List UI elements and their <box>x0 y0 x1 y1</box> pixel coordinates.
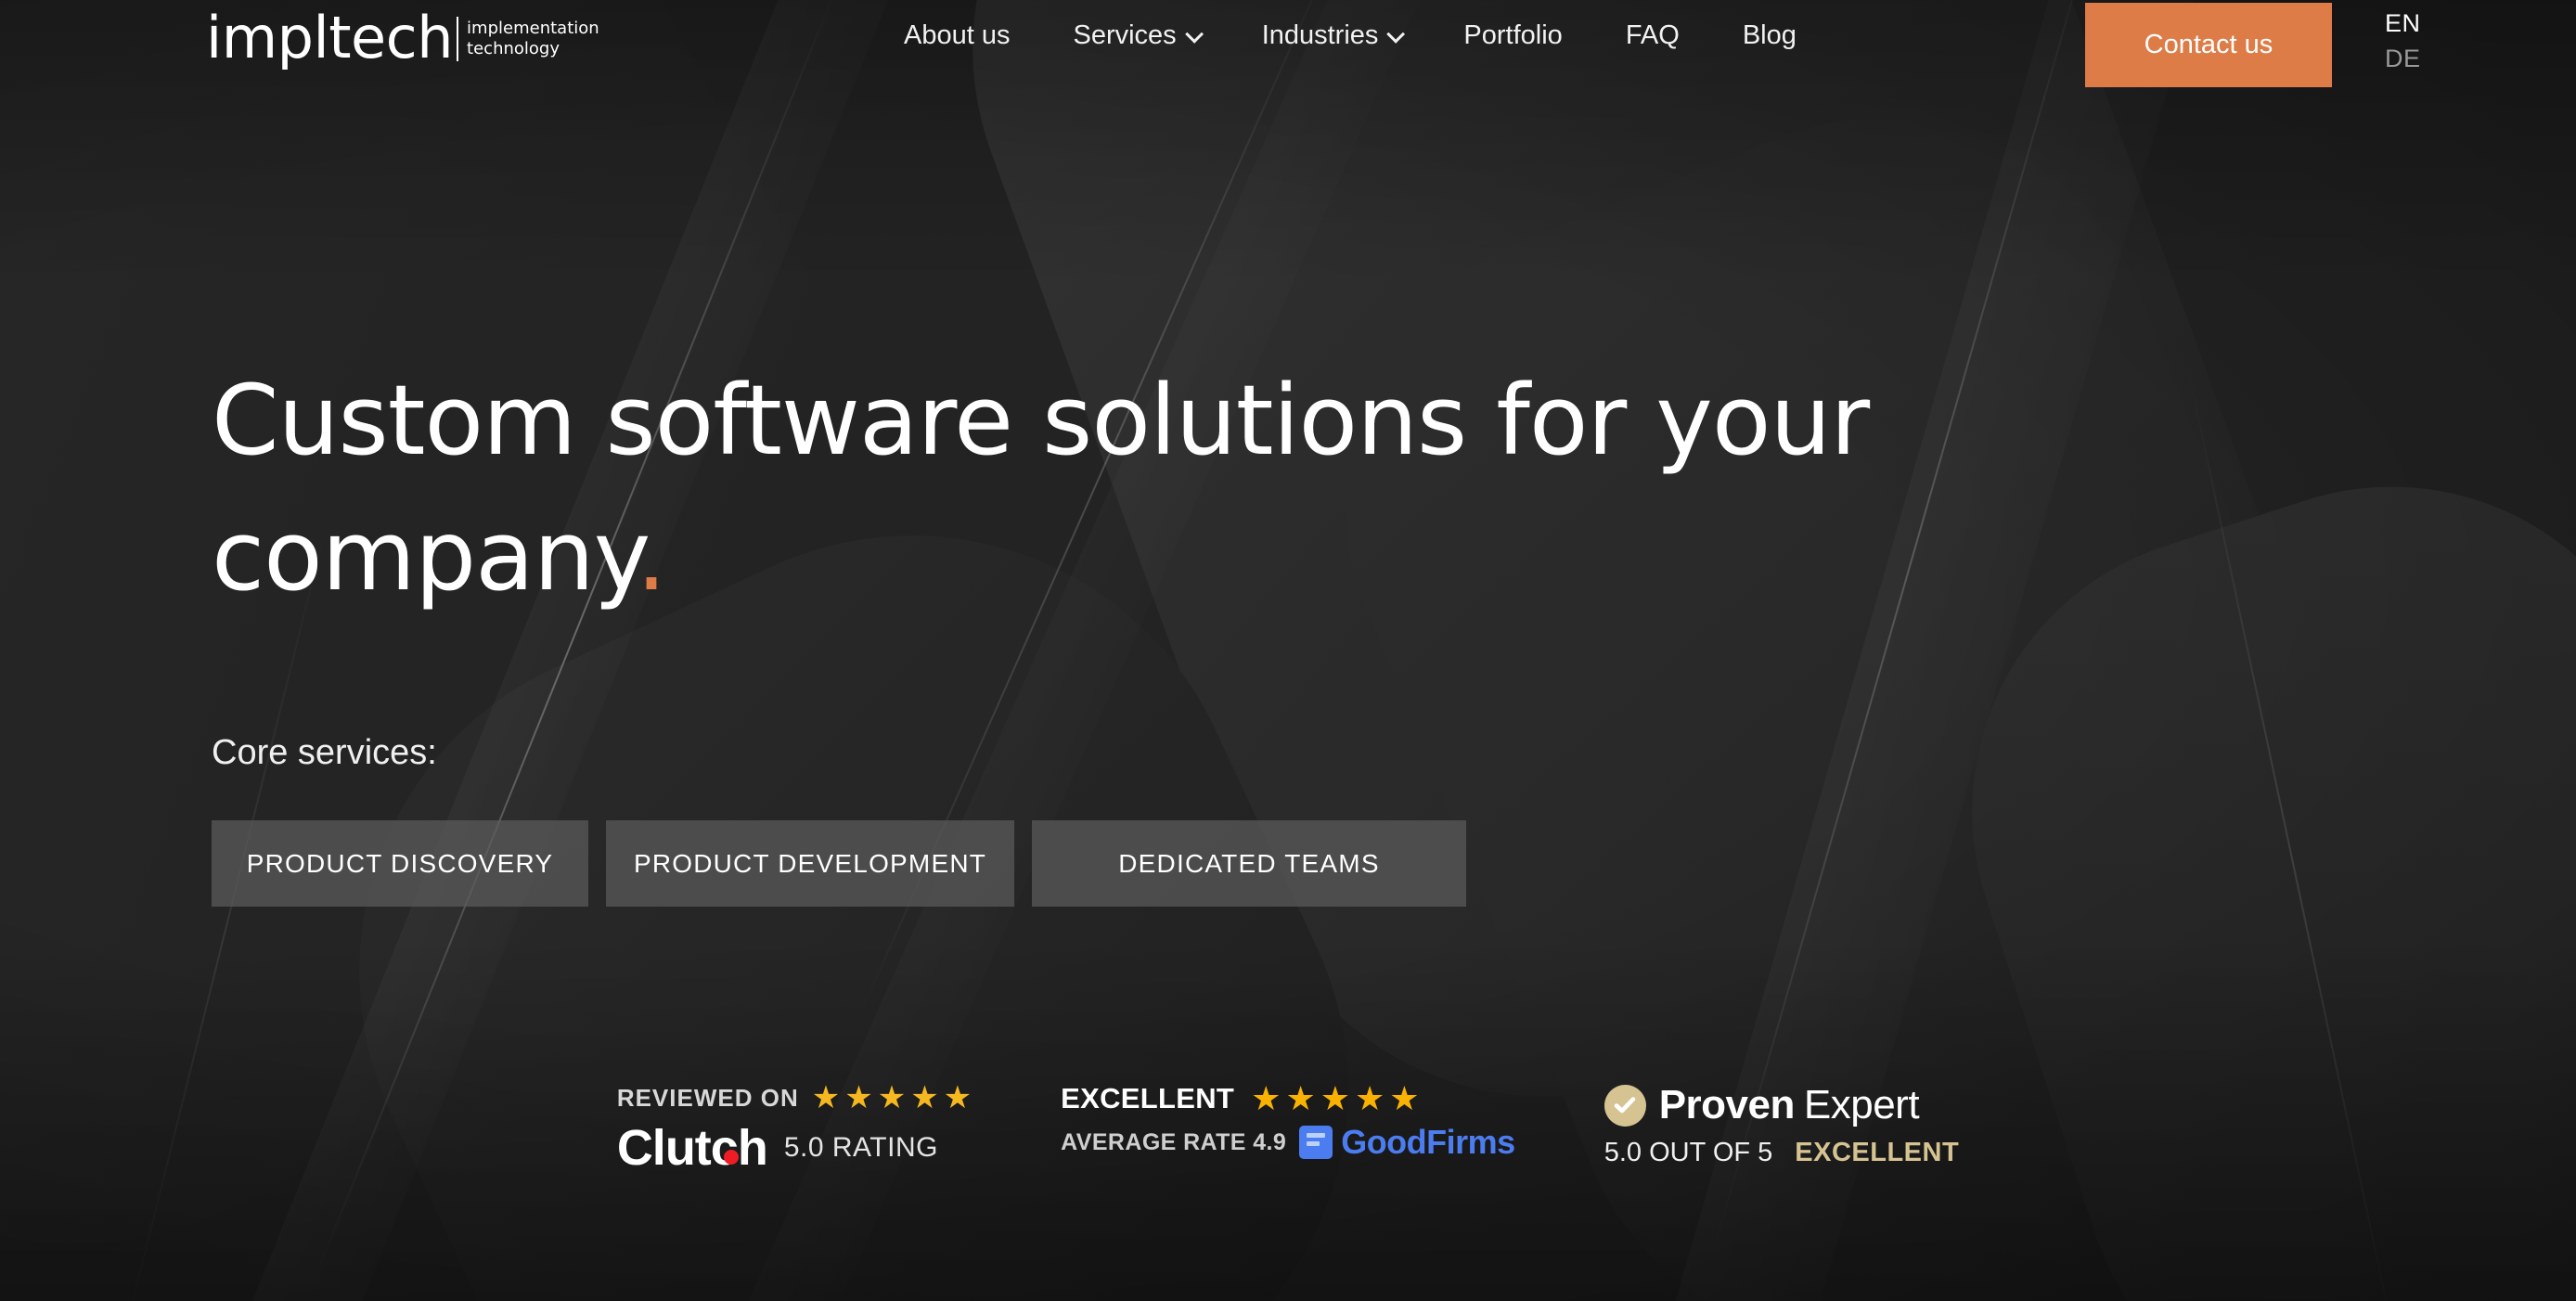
hero-title-text: Custom software solutions for your compa… <box>212 364 1870 612</box>
provenexpert-score-text: 5.0 OUT OF 5 <box>1604 1138 1773 1167</box>
hero-content: Custom software solutions for your compa… <box>212 353 2067 907</box>
goodfirms-badge-bottom: AVERAGE RATE 4.9 GoodFirms <box>1061 1123 1515 1162</box>
language-option-de[interactable]: DE <box>2385 45 2421 72</box>
goodfirms-badge-top: EXCELLENT ★ ★ ★ ★ ★ <box>1061 1082 1515 1115</box>
goodfirms-logo-text: GoodFirms <box>1341 1123 1515 1161</box>
nav-label: Blog <box>1742 20 1797 50</box>
clutch-badge[interactable]: REVIEWED ON ★ ★ ★ ★ ★ Clutch 5.0 RATING <box>617 1082 972 1177</box>
star-icon: ★ <box>877 1080 907 1115</box>
nav-item-blog[interactable]: Blog <box>1711 20 1828 51</box>
site-header: impltech implementation technology About… <box>0 0 2576 91</box>
star-icon: ★ <box>1389 1079 1420 1117</box>
nav-item-about-us[interactable]: About us <box>872 20 1041 51</box>
provenexpert-badge-bottom: 5.0 OUT OF 5 EXCELLENT <box>1604 1138 1959 1168</box>
nav-item-portfolio[interactable]: Portfolio <box>1432 20 1593 51</box>
provenexpert-logo-bold: Proven <box>1658 1082 1796 1127</box>
nav-label: Industries <box>1261 20 1379 50</box>
nav-item-industries[interactable]: Industries <box>1230 20 1433 51</box>
nav-label: Portfolio <box>1463 20 1563 50</box>
star-icon: ★ <box>1285 1079 1316 1117</box>
chevron-down-icon <box>1184 24 1204 44</box>
core-services-label: Core services: <box>212 733 437 772</box>
nav-item-faq[interactable]: FAQ <box>1594 20 1711 51</box>
language-option-en[interactable]: EN <box>2385 9 2421 37</box>
hero-page: impltech implementation technology About… <box>0 0 2576 1301</box>
star-icon: ★ <box>1320 1079 1350 1117</box>
nav-label: About us <box>904 20 1011 50</box>
star-icon: ★ <box>811 1080 841 1115</box>
nav-item-services[interactable]: Services <box>1041 20 1230 51</box>
clutch-star-rating: ★ ★ ★ ★ ★ <box>812 1082 972 1114</box>
provenexpert-logo: Proven Expert <box>1658 1082 1920 1128</box>
provenexpert-logo-light: Expert <box>1803 1082 1920 1127</box>
clutch-red-dot-icon <box>723 1150 739 1165</box>
core-services-buttons: PRODUCT DISCOVERY PRODUCT DEVELOPMENT DE… <box>212 820 2067 907</box>
checkmark-circle-icon <box>1604 1084 1646 1127</box>
logo-tagline-line2: technology <box>467 39 560 58</box>
star-icon: ★ <box>943 1080 972 1115</box>
clutch-badge-top: REVIEWED ON ★ ★ ★ ★ ★ <box>617 1082 972 1114</box>
nav-label: Services <box>1073 20 1177 50</box>
goodfirms-excellent-label: EXCELLENT <box>1061 1082 1235 1114</box>
service-button-dedicated-teams[interactable]: DEDICATED TEAMS <box>1032 820 1466 907</box>
provenexpert-badge[interactable]: Proven Expert 5.0 OUT OF 5 EXCELLENT <box>1604 1082 1959 1168</box>
goodfirms-star-rating: ★ ★ ★ ★ ★ <box>1251 1082 1419 1115</box>
page-title: Custom software solutions for your compa… <box>212 353 1956 624</box>
star-icon: ★ <box>1355 1079 1385 1117</box>
logo-wordmark: impltech <box>206 4 454 71</box>
hero-title-accent-dot: . <box>636 499 667 612</box>
star-icon: ★ <box>910 1080 939 1115</box>
contact-us-button[interactable]: Contact us <box>2085 3 2332 87</box>
service-button-product-discovery[interactable]: PRODUCT DISCOVERY <box>212 820 588 907</box>
clutch-rating-text: 5.0 RATING <box>783 1132 938 1163</box>
clutch-reviewed-on-label: REVIEWED ON <box>616 1083 799 1112</box>
logo-tagline-line1: implementation <box>467 19 599 38</box>
logo-divider <box>457 17 459 61</box>
logo[interactable]: impltech implementation technology <box>206 9 599 67</box>
language-switcher: EN DE <box>2385 9 2421 72</box>
goodfirms-average-rate-text: AVERAGE RATE 4.9 <box>1061 1128 1287 1155</box>
provenexpert-badge-top: Proven Expert <box>1604 1082 1959 1128</box>
goodfirms-logo: GoodFirms <box>1299 1123 1515 1162</box>
logo-tagline: implementation technology <box>467 19 599 67</box>
service-button-product-development[interactable]: PRODUCT DEVELOPMENT <box>606 820 1014 907</box>
star-icon: ★ <box>1251 1079 1282 1117</box>
clutch-badge-bottom: Clutch 5.0 RATING <box>617 1119 972 1177</box>
provenexpert-quality-text: EXCELLENT <box>1795 1138 1960 1167</box>
review-badges: REVIEWED ON ★ ★ ★ ★ ★ Clutch 5.0 RATING … <box>0 1082 2576 1177</box>
nav-label: FAQ <box>1625 20 1680 50</box>
main-navigation: About us Services Industries Portfolio F… <box>872 20 1828 51</box>
star-icon: ★ <box>844 1080 873 1115</box>
clutch-logo-text: Clutch <box>616 1120 768 1176</box>
chevron-down-icon <box>1386 24 1406 44</box>
clutch-logo: Clutch <box>616 1119 768 1177</box>
goodfirms-badge[interactable]: EXCELLENT ★ ★ ★ ★ ★ AVERAGE RATE 4.9 Goo… <box>1061 1082 1515 1162</box>
goodfirms-mark-icon <box>1299 1126 1333 1159</box>
